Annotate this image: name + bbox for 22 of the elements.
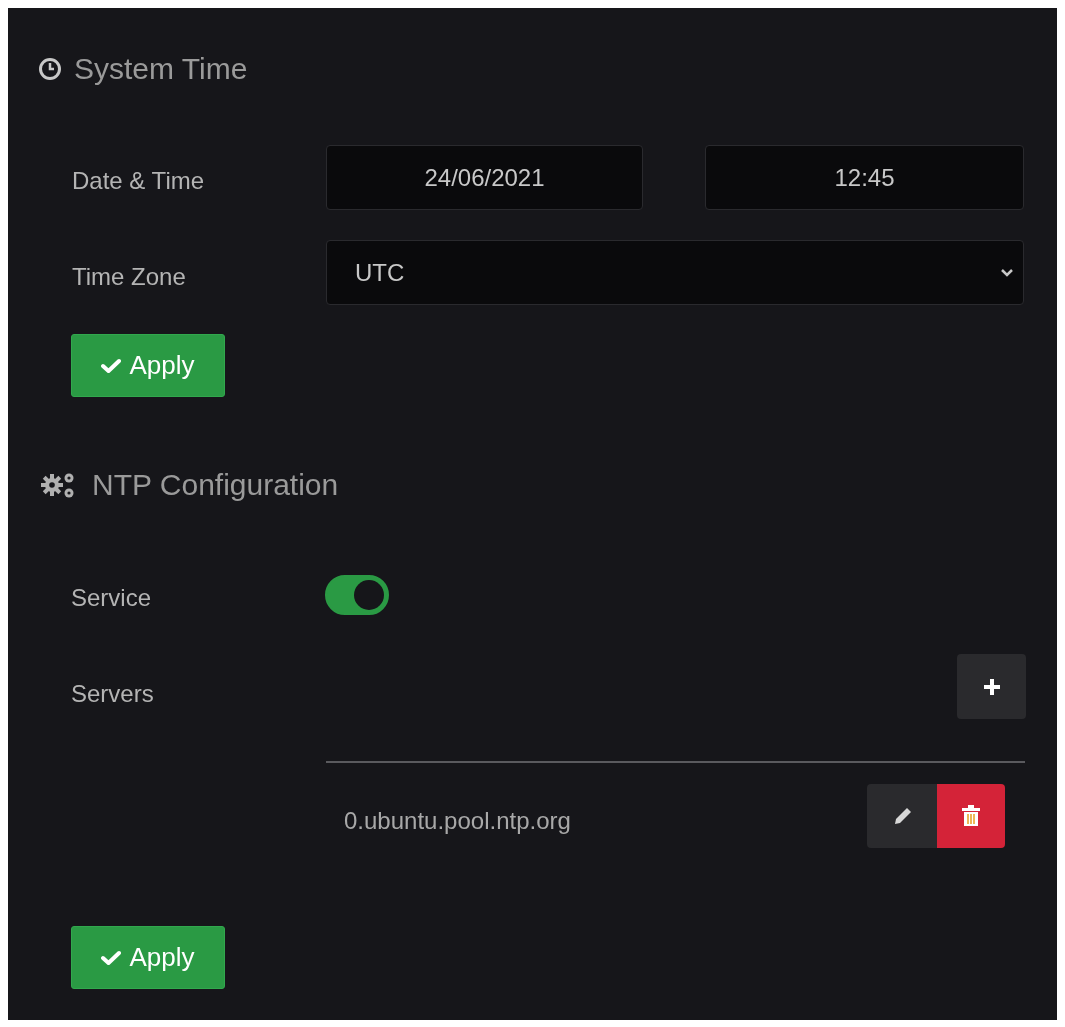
check-icon bbox=[101, 357, 122, 374]
section-title: System Time bbox=[74, 51, 248, 87]
date-field[interactable]: 24/06/2021 bbox=[326, 145, 643, 210]
field-label: Time Zone bbox=[72, 262, 186, 292]
field-label: Date & Time bbox=[72, 166, 205, 196]
add-button[interactable] bbox=[957, 654, 1026, 719]
edit-button[interactable] bbox=[867, 784, 938, 848]
plus-icon bbox=[981, 676, 1002, 697]
server-address: 0.ubuntu.pool.ntp.org bbox=[344, 806, 571, 836]
time-zone-select[interactable]: UTC bbox=[326, 240, 1024, 305]
field-label: Service bbox=[71, 583, 152, 613]
time-field[interactable]: 12:45 bbox=[705, 145, 1024, 210]
check-icon bbox=[101, 949, 122, 966]
service-toggle[interactable] bbox=[325, 575, 389, 615]
delete-button[interactable] bbox=[937, 784, 1005, 848]
trash-icon bbox=[961, 805, 981, 827]
chevron-down-icon bbox=[1001, 268, 1013, 277]
apply-button[interactable]: Apply bbox=[71, 926, 225, 989]
apply-button[interactable]: Apply bbox=[71, 334, 225, 397]
field-label: Servers bbox=[71, 679, 154, 709]
section-title: NTP Configuration bbox=[92, 467, 339, 503]
clock-icon bbox=[38, 56, 62, 81]
